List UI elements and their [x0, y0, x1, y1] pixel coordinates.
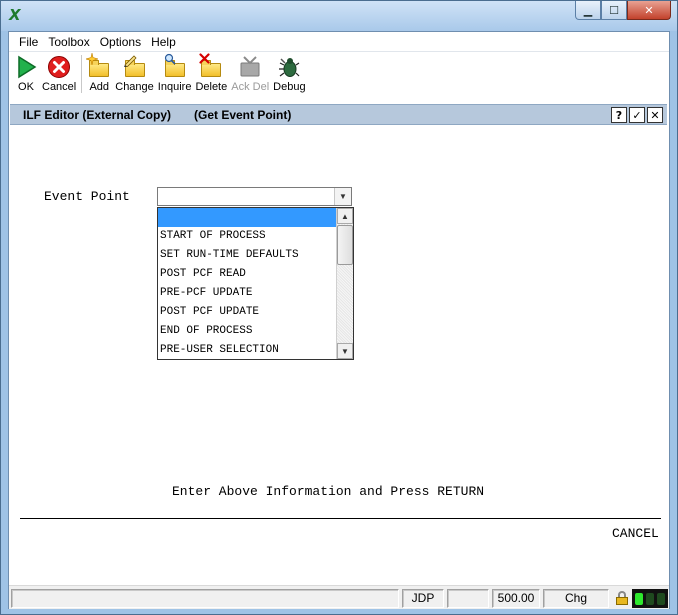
- panel-buttons: ? ✓ ✕: [611, 107, 663, 123]
- dropdown-option[interactable]: SET RUN-TIME DEFAULTS: [158, 246, 337, 265]
- close-icon: ✕: [644, 3, 654, 17]
- dropdown-option-blank[interactable]: [158, 208, 337, 227]
- inquire-label: Inquire: [157, 81, 192, 93]
- client-area: File Toolbox Options Help OK Cancel Add …: [8, 31, 670, 609]
- scrollbar-thumb[interactable]: [337, 225, 353, 265]
- add-label: Add: [89, 81, 110, 93]
- toolbar-separator: [81, 55, 83, 93]
- status-value: 500.00: [492, 589, 540, 608]
- status-message: [11, 589, 399, 608]
- cancel-label: Cancel: [42, 81, 77, 93]
- maximize-icon: ☐: [609, 3, 619, 17]
- close-window-button[interactable]: ✕: [627, 1, 671, 20]
- menu-options[interactable]: Options: [95, 32, 146, 52]
- ack-del-icon: [238, 55, 262, 79]
- dropdown-scrollbar[interactable]: ▲ ▼: [336, 208, 353, 359]
- add-folder-icon: [86, 53, 111, 79]
- delete-folder-icon: [199, 53, 223, 79]
- ack-del-button[interactable]: Ack Del: [229, 53, 271, 95]
- dim-light-icon: [657, 592, 665, 605]
- minimize-icon: ▁: [583, 3, 593, 17]
- change-button[interactable]: Change: [113, 53, 156, 95]
- delete-button[interactable]: Delete: [193, 53, 229, 95]
- app-icon: X: [9, 6, 21, 24]
- cancel-icon: [47, 55, 71, 79]
- accept-button[interactable]: ✓: [629, 107, 645, 123]
- inquire-button[interactable]: Inquire: [156, 53, 194, 95]
- dropdown-option[interactable]: POST PCF UPDATE: [158, 303, 337, 322]
- chevron-down-icon: ▼: [341, 346, 349, 356]
- caption-buttons: ▁ ☐ ✕: [575, 1, 671, 21]
- maximize-button[interactable]: ☐: [601, 1, 627, 20]
- status-lights-icon: [632, 589, 668, 608]
- dim-light-icon: [646, 592, 654, 605]
- dropdown-option[interactable]: POST PCF READ: [158, 265, 337, 284]
- status-spacer: [447, 589, 489, 608]
- toolbar: OK Cancel Add Change Inquire Delete Ack …: [9, 53, 669, 97]
- title-bar[interactable]: X ▁ ☐ ✕: [1, 1, 677, 31]
- lock-icon: [615, 591, 629, 605]
- panel-subtitle: (Get Event Point): [194, 108, 292, 122]
- minimize-button[interactable]: ▁: [575, 1, 601, 20]
- menu-toolbox[interactable]: Toolbox: [43, 32, 94, 52]
- ok-button[interactable]: OK: [12, 53, 40, 95]
- inquire-folder-icon: [163, 53, 187, 79]
- delete-label: Delete: [195, 81, 228, 93]
- dropdown-list: START OF PROCESS SET RUN-TIME DEFAULTS P…: [158, 208, 337, 359]
- menu-file[interactable]: File: [14, 32, 43, 52]
- dropdown-option[interactable]: PRE-PCF UPDATE: [158, 284, 337, 303]
- panel-header: ILF Editor (External Copy) (Get Event Po…: [10, 104, 667, 125]
- add-button[interactable]: Add: [85, 53, 113, 95]
- debug-label: Debug: [273, 81, 306, 93]
- debug-button[interactable]: Debug: [271, 53, 307, 95]
- status-user: JDP: [402, 589, 444, 608]
- panel-title: ILF Editor (External Copy): [23, 108, 172, 122]
- dropdown-button[interactable]: ▼: [334, 188, 351, 205]
- dropdown-option[interactable]: END OF PROCESS: [158, 322, 337, 341]
- status-bar: JDP 500.00 Chg: [9, 585, 669, 609]
- ok-label: OK: [18, 81, 34, 93]
- chevron-down-icon: ▼: [339, 192, 347, 201]
- close-panel-button[interactable]: ✕: [647, 107, 663, 123]
- cancel-command[interactable]: CANCEL: [612, 526, 659, 541]
- event-point-label: Event Point: [44, 189, 130, 204]
- menu-bar: File Toolbox Options Help: [9, 32, 669, 52]
- play-icon: [14, 55, 38, 79]
- status-mode: Chg: [543, 589, 609, 608]
- event-point-dropdown: START OF PROCESS SET RUN-TIME DEFAULTS P…: [157, 207, 354, 360]
- event-point-select[interactable]: ▼: [157, 187, 352, 206]
- change-folder-icon: [123, 55, 147, 79]
- application-window: X ▁ ☐ ✕ File Toolbox Options Help OK Can…: [0, 0, 678, 615]
- instruction-prompt: Enter Above Information and Press RETURN: [172, 484, 485, 499]
- scroll-up-button[interactable]: ▲: [337, 208, 353, 224]
- dropdown-option[interactable]: PRE-USER SELECTION: [158, 341, 337, 360]
- green-light-icon: [635, 592, 643, 605]
- divider: [20, 518, 661, 519]
- scroll-down-button[interactable]: ▼: [337, 343, 353, 359]
- chevron-up-icon: ▲: [341, 211, 349, 221]
- menu-help[interactable]: Help: [146, 32, 181, 52]
- dropdown-option[interactable]: START OF PROCESS: [158, 227, 337, 246]
- ack-del-label: Ack Del: [231, 81, 270, 93]
- help-button[interactable]: ?: [611, 107, 627, 123]
- bug-icon: [277, 55, 301, 79]
- cancel-button[interactable]: Cancel: [40, 53, 78, 95]
- change-label: Change: [115, 81, 154, 93]
